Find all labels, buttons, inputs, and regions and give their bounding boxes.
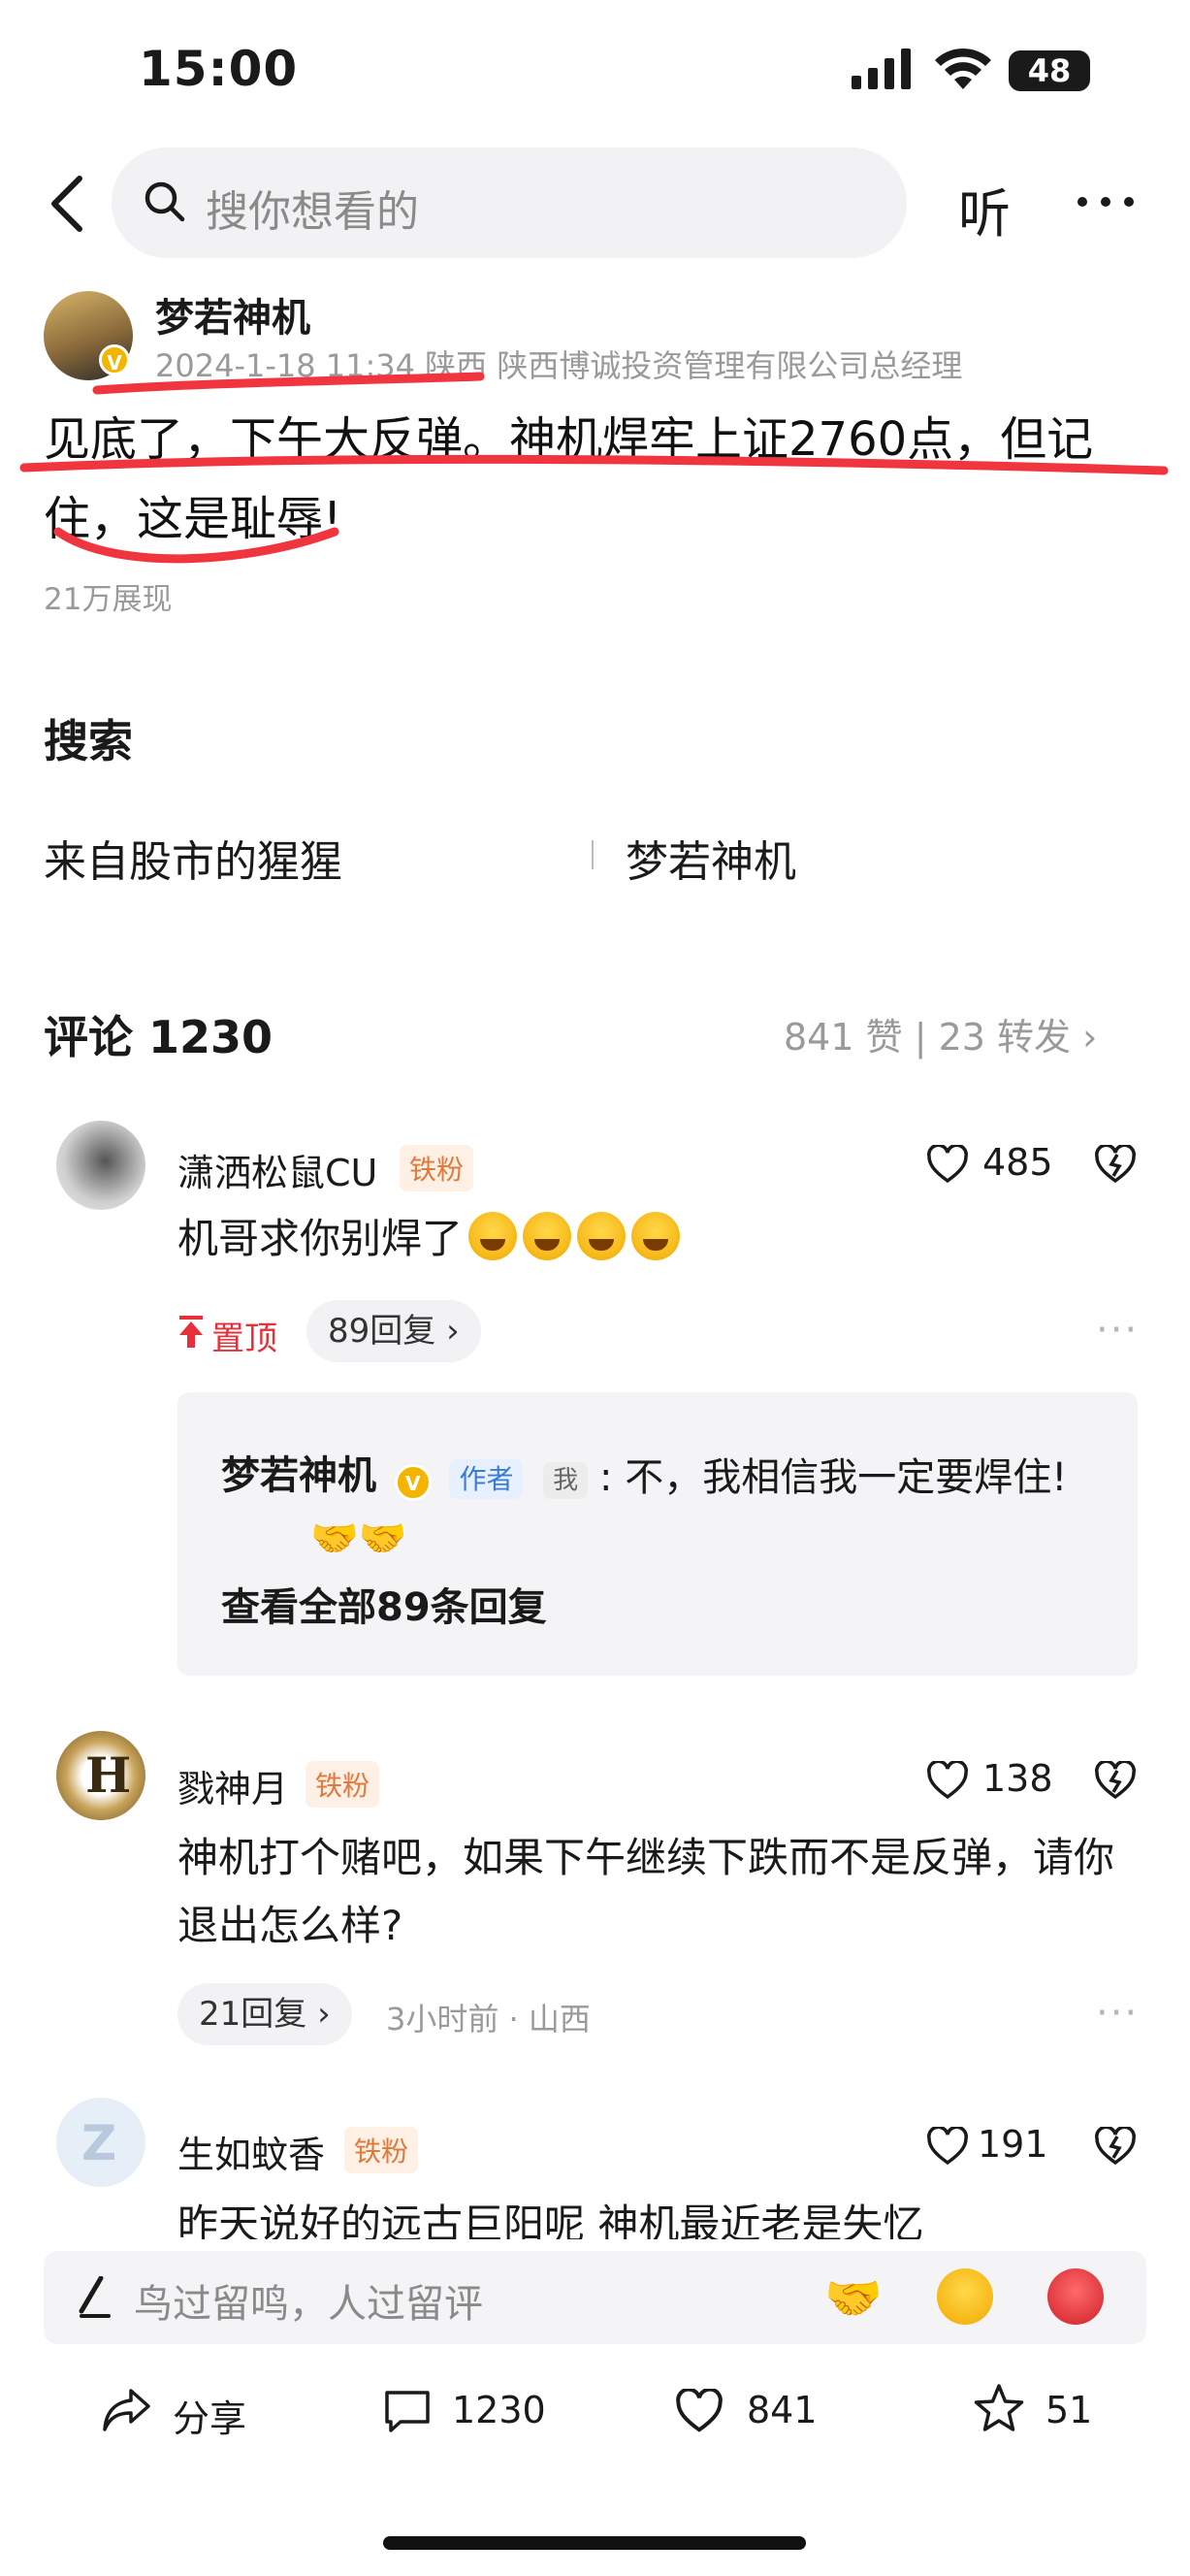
listen-button[interactable]: 听 [958,171,1011,247]
comment-time-location: 3小时前 · 山西 [386,2001,591,2038]
dislike-icon[interactable] [1094,2127,1137,2166]
angry-emoji-button[interactable] [1047,2268,1104,2325]
comment-icon[interactable] [383,2389,432,2433]
like-count: 138 [982,1757,1053,1800]
wifi-icon [933,47,993,91]
commenter-name[interactable]: 生如蚊香 [177,2125,325,2178]
post-views: 21万展现 [44,582,173,617]
chevron-right-icon: › [435,1312,460,1351]
author-tag: 作者 [449,1459,524,1499]
comment-body: 昨天说好的远古巨阳呢 神机最近老是失忆 [177,2201,924,2239]
tag-divider [592,840,594,869]
back-arrow-icon[interactable] [48,175,83,233]
crying-emoji-icon [577,1212,627,1260]
pinned-label: 置顶 [211,1320,277,1358]
like-icon[interactable] [675,2389,724,2433]
share-label[interactable]: 分享 [173,2389,246,2442]
comment-body: 神机打个赌吧，如果下午继续下跌而不是反弹，请你退出怎么样? [177,1834,1115,1949]
like-count: 191 [978,2123,1048,2166]
annotation-underline [19,372,1169,564]
post-author-name[interactable]: 梦若神机 [155,286,310,342]
commenter-name[interactable]: 戮神月 [177,1759,288,1812]
status-time: 15:00 [139,41,299,97]
crying-emoji-button[interactable] [937,2268,993,2325]
replies-count: 89回复 [328,1312,436,1351]
pen-icon [76,2276,111,2319]
search-tag[interactable]: 来自股市的猩猩 [44,827,342,889]
replies-button[interactable]: 21回复 › [177,1983,352,2045]
replies-count: 21回复 [199,1995,307,2034]
verified-icon: V [99,344,130,375]
search-icon [144,180,186,223]
share-button[interactable] [102,2387,152,2433]
chevron-right-icon: › [1082,1016,1098,1059]
replies-button[interactable]: 89回复 › [306,1300,481,1362]
crying-emoji-icon [468,1212,518,1260]
like-count: 485 [982,1141,1053,1184]
search-placeholder: 搜你想看的 [206,187,419,237]
comment-body: 机哥求你别焊了 [177,1215,464,1262]
star-icon[interactable] [973,2383,1025,2433]
post-meta: 2024-1-18 11:34 陕西 陕西博诚投资管理有限公司总经理 [155,347,963,384]
battery-indicator: 48 [1009,50,1090,91]
avatar-letter: H [85,1746,132,1804]
heart-icon[interactable] [926,1761,969,1800]
post-stats-link[interactable]: 841 赞 | 23 转发 › [784,1007,1097,1060]
dislike-icon[interactable] [1094,1761,1137,1800]
avatar-letter: Z [81,2115,117,2171]
commenter-name[interactable]: 潇洒松鼠CU [177,1143,377,1196]
comment-more-button[interactable]: ··· [1096,1991,1139,2036]
comment-count[interactable]: 1230 [452,2389,546,2431]
search-tag[interactable]: 梦若神机 [626,827,796,889]
reply-author[interactable]: 梦若神机 [221,1453,376,1498]
fan-badge: 铁粉 [306,1761,380,1808]
heart-icon[interactable] [926,1145,969,1184]
stats-text: 841 赞 | 23 转发 [784,1016,1072,1059]
reply-header: 梦若神机 V 作者 我 [221,1444,589,1501]
reply-text: : 不，我相信我一定要焊住! [599,1455,1068,1500]
comment-more-button[interactable]: ··· [1096,1308,1139,1353]
handshake-emoji-button[interactable]: 🤝 [824,2270,883,2326]
post-body: 见底了，下午大反弹。神机焊牢上证2760点，但记住，这是耻辱! [44,412,1094,546]
fan-badge: 铁粉 [344,2127,419,2173]
home-indicator[interactable] [383,2536,806,2550]
me-tag: 我 [543,1462,589,1499]
crying-emoji-icon [523,1212,572,1260]
comment-input-placeholder: 鸟过留鸣，人过留评 [134,2282,483,2327]
view-all-replies-link[interactable]: 查看全部89条回复 [221,1576,547,1632]
share-icon [103,2389,150,2431]
more-options-icon[interactable] [1077,196,1135,208]
dislike-icon[interactable] [1094,1145,1137,1184]
favorite-count[interactable]: 51 [1045,2389,1092,2431]
handshake-emoji-icon: 🤝🤝 [310,1516,407,1561]
fan-badge: 铁粉 [400,1145,474,1191]
signal-icon [852,49,914,89]
search-section-title: 搜索 [44,715,133,767]
pin-icon [177,1316,205,1349]
chevron-right-icon: › [306,1995,331,2034]
comments-title: 评论 1230 [44,1011,273,1063]
crying-emoji-icon [631,1212,681,1260]
commenter-avatar[interactable] [56,1121,145,1210]
comment-text: 机哥求你别焊了 [177,1205,681,1273]
verified-icon: V [394,1464,432,1501]
like-count-total[interactable]: 841 [747,2389,818,2431]
heart-icon[interactable] [926,2127,969,2166]
